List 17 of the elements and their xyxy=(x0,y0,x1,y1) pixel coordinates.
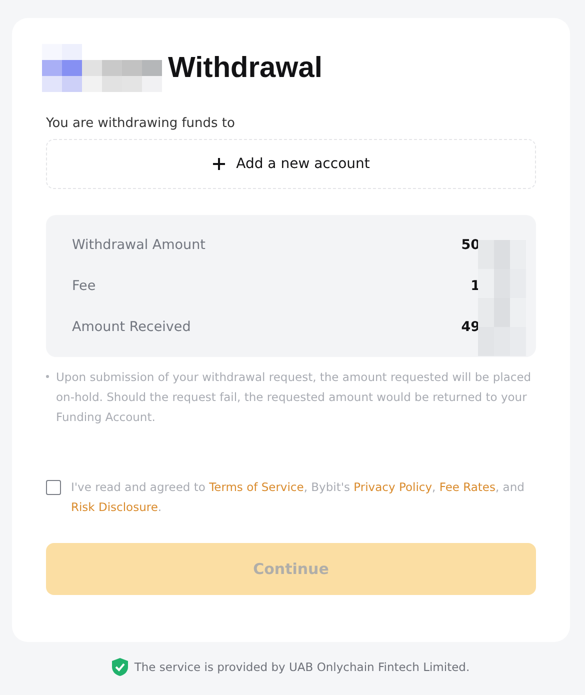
agreement-link[interactable]: Risk Disclosure xyxy=(71,500,158,514)
summary-label: Withdrawal Amount xyxy=(72,236,206,255)
agreement-link[interactable]: Terms of Service xyxy=(209,480,304,494)
summary-label: Amount Received xyxy=(72,318,191,337)
note-text: Upon submission of your withdrawal request, the amount requested will be placed on-hold. Should the request fail, the requested amount would be returned to your Funding Account. xyxy=(56,369,532,426)
summary-value: 1 xyxy=(470,277,480,296)
agreement-link[interactable]: Privacy Policy xyxy=(354,480,432,494)
destination-label: You are withdrawing funds to xyxy=(46,116,236,131)
summary-label: Fee xyxy=(72,277,96,296)
agreement-text: I've read and agreed to Terms of Service, Bybit's Privacy Policy, Fee Rates, and Risk Disclosure. xyxy=(71,479,526,516)
agreement-checkbox[interactable] xyxy=(46,480,61,495)
footer-text: The service is provided by UAB Onlychain Fintech Limited. xyxy=(134,660,470,674)
page-title: Withdrawal xyxy=(168,52,322,84)
add-account-button[interactable]: Add a new account xyxy=(46,139,536,189)
shield-check-icon xyxy=(112,658,128,676)
agreement-link[interactable]: Fee Rates xyxy=(439,480,496,494)
plus-icon xyxy=(212,157,226,171)
